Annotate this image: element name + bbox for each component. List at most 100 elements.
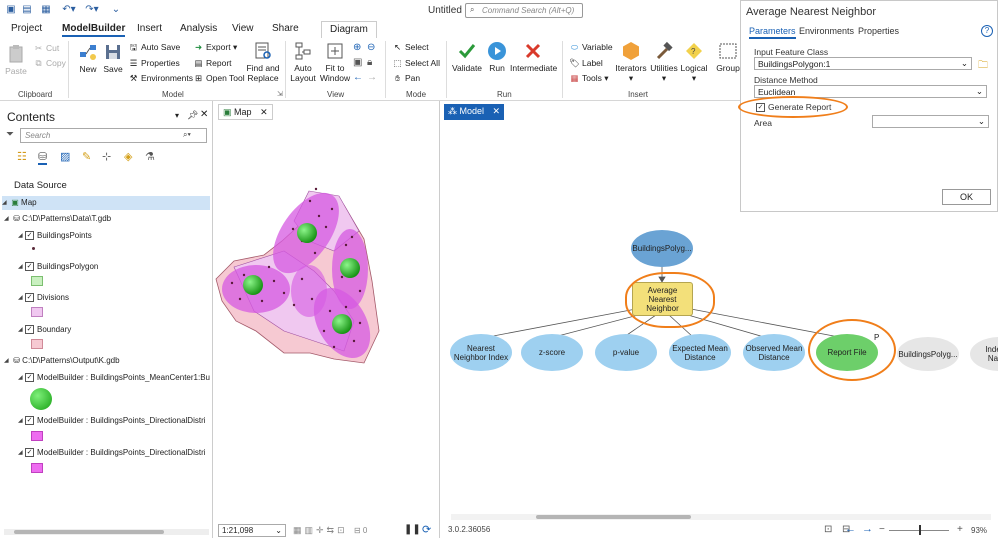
zoom-slider-thumb[interactable]	[919, 525, 921, 535]
undo-icon[interactable]: ↶▾	[58, 4, 80, 16]
output-node-p-value[interactable]: p-value	[595, 334, 657, 371]
find-replace-button[interactable]: Find and Replace	[246, 41, 280, 83]
layer-visibility-checkbox[interactable]: ✓	[25, 373, 34, 383]
list-by-snapping-icon[interactable]: ⊹	[102, 150, 111, 163]
input-variable-node[interactable]: BuildingsPolyg...	[631, 230, 693, 267]
scrollbar-thumb[interactable]	[14, 530, 164, 534]
scrollbar-thumb[interactable]	[536, 515, 691, 519]
layer-meancenter[interactable]: ◢ ✓ ModelBuilder : BuildingsPoints_MeanCen…	[18, 373, 210, 383]
zoom-in-plus-icon[interactable]: +	[957, 524, 963, 535]
help-icon[interactable]: ?	[981, 25, 993, 37]
tab-share[interactable]: Share	[272, 23, 299, 34]
pin-icon[interactable]: 📌︎	[187, 110, 198, 121]
paste-button[interactable]: Paste	[4, 44, 28, 76]
output-node-expected-mean[interactable]: Expected Mean Distance	[669, 334, 731, 371]
tab-parameters[interactable]: Parameters	[749, 26, 796, 39]
properties-button[interactable]: ☰ Properties	[128, 58, 180, 69]
layer-buildingspolygon[interactable]: ◢ ✓ BuildingsPolygon	[18, 262, 208, 272]
map-scale-selector[interactable]: 1:21,098 ⌄	[218, 524, 286, 537]
auto-save-button[interactable]: 🖫 Auto Save	[128, 42, 180, 56]
map-status-tools-icon[interactable]: ▦▥✛⇆⊡	[293, 525, 348, 536]
list-by-editing-icon[interactable]: ✎	[82, 150, 91, 163]
list-by-selection-icon[interactable]: ▨	[60, 150, 70, 163]
command-search-input[interactable]: ⌕ Command Search (Alt+Q)	[465, 3, 583, 18]
group-button[interactable]: Group	[716, 41, 740, 73]
layer-visibility-checkbox[interactable]: ✓	[25, 293, 34, 303]
tab-view[interactable]: View	[232, 23, 254, 34]
redo-icon[interactable]: ↷▾	[81, 4, 103, 16]
pause-icon[interactable]: ❚❚	[404, 524, 421, 535]
auto-layout-button[interactable]: Auto Layout	[289, 41, 317, 83]
report-button[interactable]: ▤ Report	[193, 58, 231, 69]
new-project-icon[interactable]: ▤	[21, 4, 33, 16]
utilities-button[interactable]: Utilities ▾	[648, 41, 680, 83]
back-arrow-icon[interactable]: ←	[353, 72, 363, 83]
select-all-button[interactable]: ⬚ Select All	[392, 58, 439, 69]
export-button[interactable]: ➜ Export ▾	[193, 42, 237, 53]
ok-button[interactable]: OK	[942, 189, 991, 205]
forward-arrow-icon[interactable]: →	[367, 72, 377, 83]
list-by-labeling-icon[interactable]: ◈	[124, 150, 132, 163]
tree-gdb1-node[interactable]: ◢ ⛁ C:\D\Patterns\Data\T.gdb	[4, 214, 210, 223]
map-document-tab[interactable]: ▣ Map ✕	[218, 104, 273, 120]
list-by-data-source-icon[interactable]: ⛁	[38, 150, 48, 165]
layer-buildingspoints[interactable]: ◢ ✓ BuildingsPoints	[18, 231, 208, 241]
customize-toolbar-icon[interactable]: ⌄	[110, 4, 122, 16]
output-node-nn-index[interactable]: Nearest Neighbor Index	[450, 334, 512, 371]
layer-visibility-checkbox[interactable]: ✓	[25, 448, 34, 458]
close-tab-icon[interactable]: ✕	[260, 107, 268, 117]
open-tool-button[interactable]: ⊞ Open Tool	[193, 73, 245, 84]
variable-button[interactable]: ⬭ Variable	[569, 42, 613, 53]
output-node-buildings-polygon[interactable]: BuildingsPolyg...	[897, 337, 959, 371]
arrow-left-icon[interactable]: ←	[845, 523, 856, 535]
tree-map-node[interactable]: ◢ ▣ Map	[2, 196, 210, 210]
layer-visibility-checkbox[interactable]: ✓	[25, 416, 34, 426]
label-button[interactable]: 🏷︎ Label	[569, 58, 603, 69]
horizontal-scrollbar[interactable]	[4, 529, 209, 535]
copy-button[interactable]: ⧉ Copy	[33, 58, 65, 69]
layer-divisions[interactable]: ◢ ✓ Divisions	[18, 293, 208, 303]
zoom-out-minus-icon[interactable]: −	[879, 524, 885, 535]
refresh-icon[interactable]: ⟳	[422, 523, 431, 536]
browse-folder-icon[interactable]: 🗀	[978, 58, 988, 75]
model-horizontal-scrollbar[interactable]	[451, 514, 991, 520]
fixed-zoom-icon[interactable]: ▣	[353, 57, 362, 68]
tab-modelbuilder[interactable]: ModelBuilder	[62, 23, 126, 37]
input-feature-class-select[interactable]: BuildingsPolygon:1 ⌄	[754, 57, 972, 70]
environments-button[interactable]: ⚒ Environments	[128, 73, 193, 84]
zoom-in-icon[interactable]: ⊕	[353, 42, 361, 53]
lock-icon[interactable]: 🔒︎	[367, 57, 372, 68]
area-input[interactable]: ⌄	[872, 115, 989, 128]
logical-button[interactable]: ? Logical ▾	[680, 41, 708, 83]
layer-directionaldistribution-2[interactable]: ◢ ✓ ModelBuilder : BuildingsPoints_Directi…	[18, 448, 210, 458]
filter-icon[interactable]: ⏷	[6, 129, 14, 140]
contents-search-input[interactable]: Search ⌕▾	[20, 128, 207, 143]
cut-button[interactable]: ✂ Cut	[33, 43, 59, 54]
pane-options-chevron-icon[interactable]: ▾	[175, 111, 179, 120]
map-canvas[interactable]	[214, 181, 384, 371]
new-model-button[interactable]: New	[75, 42, 101, 74]
dialog-launcher-icon[interactable]: ⇲	[277, 90, 283, 98]
validate-button[interactable]: Validate	[450, 41, 484, 73]
tab-environments[interactable]: Environments	[799, 26, 854, 36]
select-button[interactable]: ↖ Select	[392, 42, 429, 53]
tab-analysis[interactable]: Analysis	[180, 23, 217, 34]
intermediate-button[interactable]: Intermediate	[510, 41, 557, 73]
zoom-out-icon[interactable]: ⊖	[367, 42, 375, 53]
run-button[interactable]: Run	[485, 41, 509, 73]
close-pane-icon[interactable]: ✕	[200, 109, 208, 120]
output-node-observed-mean[interactable]: Observed Mean Distance	[743, 334, 805, 371]
layer-visibility-checkbox[interactable]: ✓	[25, 262, 34, 272]
tab-diagram[interactable]: Diagram	[321, 21, 377, 38]
layer-visibility-checkbox[interactable]: ✓	[25, 325, 34, 335]
pan-button[interactable]: ✋︎ Pan	[392, 73, 420, 84]
tree-gdb2-node[interactable]: ◢ ⛁ C:\D\Patterns\Output\K.gdb	[4, 356, 210, 365]
save-model-button[interactable]: Save	[102, 42, 124, 74]
tab-project[interactable]: Project	[11, 23, 42, 34]
layer-visibility-checkbox[interactable]: ✓	[25, 231, 34, 241]
arrow-right-icon[interactable]: →	[862, 523, 873, 535]
output-node-z-score[interactable]: z-score	[521, 334, 583, 371]
layer-directionaldistribution-1[interactable]: ◢ ✓ ModelBuilder : BuildingsPoints_Directi…	[18, 416, 210, 426]
list-by-perspective-icon[interactable]: ⚗︎	[145, 150, 155, 163]
tab-properties[interactable]: Properties	[858, 26, 899, 36]
